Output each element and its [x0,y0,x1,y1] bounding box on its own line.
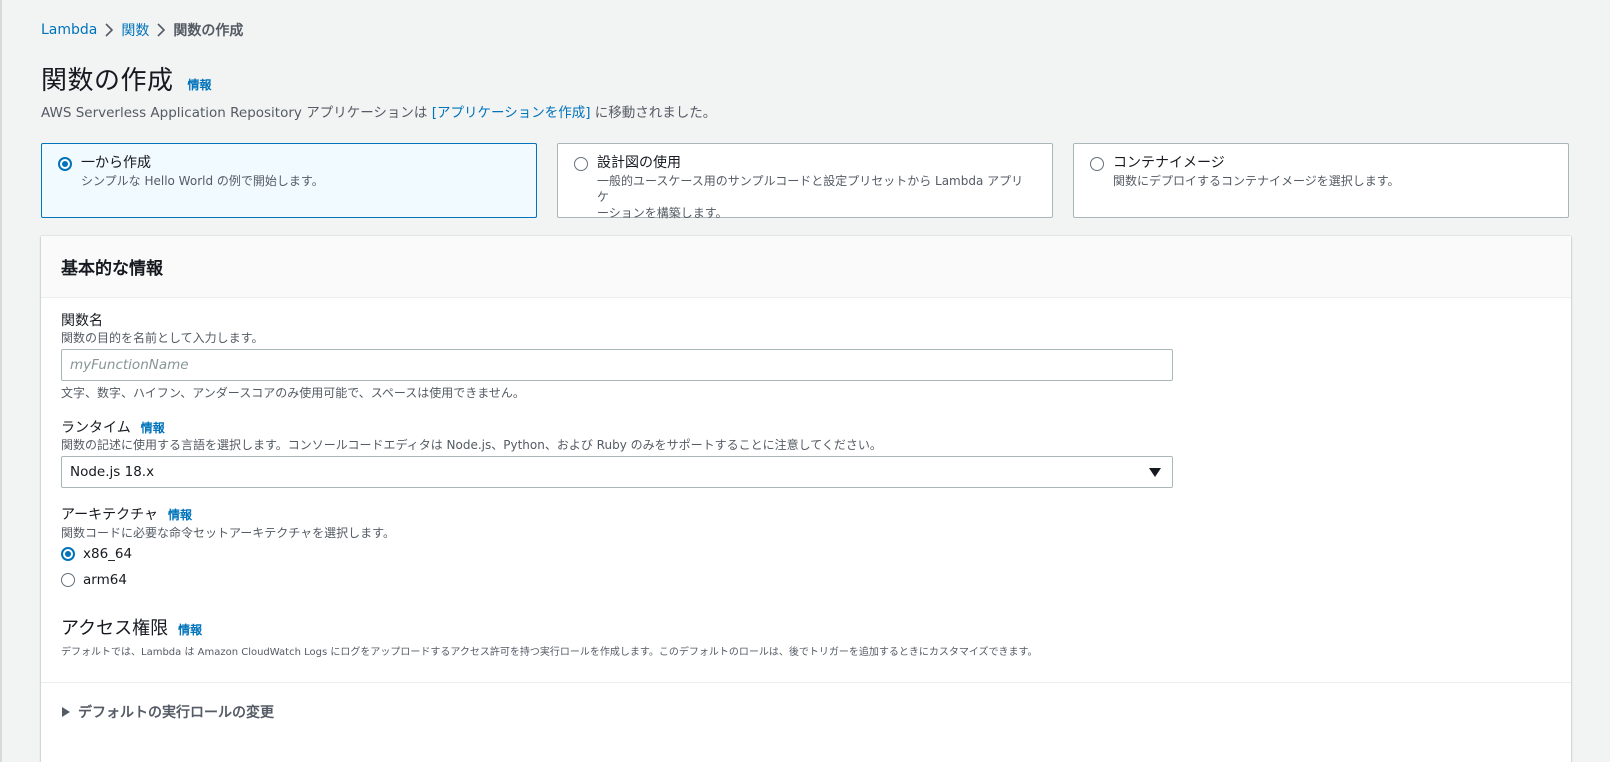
function-name-input[interactable] [61,349,1173,381]
runtime-select-value: Node.js 18.x [70,464,155,480]
architecture-info-link[interactable]: 情報 [168,506,192,523]
option-title: コンテナイメージ [1113,155,1225,171]
change-default-role-expander[interactable]: デフォルトの実行ロールの変更 [62,702,274,722]
architecture-label: アーキテクチャ 情報 [61,504,192,524]
title-info-link[interactable]: 情報 [188,76,212,93]
expander-label: デフォルトの実行ロールの変更 [78,705,274,721]
radio-unchecked-icon[interactable] [61,573,75,587]
runtime-label: ランタイム 情報 [61,417,165,437]
architecture-option-arm64[interactable]: arm64 [61,572,127,588]
runtime-label-text: ランタイム [61,420,131,436]
panel-title: 基本的な情報 [41,236,1571,298]
radio-checked-icon[interactable] [58,157,72,171]
permissions-info-link[interactable]: 情報 [178,621,202,638]
function-name-hint: 文字、数字、ハイフン、アンダースコアのみ使用可能で、スペースは使用できません。 [61,386,525,400]
breadcrumb-current: 関数の作成 [173,23,244,39]
radio-label: arm64 [83,572,127,588]
permissions-title: アクセス権限 情報 [61,614,202,640]
basic-info-panel: 基本的な情報 関数名 関数の目的を名前として入力します。 文字、数字、ハイフン、… [41,236,1571,762]
chevron-right-icon [97,23,121,37]
breadcrumb-lambda[interactable]: Lambda [41,22,97,38]
option-desc-line: 一般的ユースケース用のサンプルコードと設定プリセットから Lambda アプリケ [597,174,1024,204]
option-title: 設計図の使用 [597,155,681,171]
function-name-label-text: 関数名 [61,313,103,329]
architecture-desc: 関数コードに必要な命令セットアーキテクチャを選択します。 [61,526,395,540]
divider [41,682,1571,683]
caret-down-icon [1149,467,1161,477]
title-row: 関数の作成 情報 [41,60,212,97]
breadcrumb-functions[interactable]: 関数 [121,20,149,40]
breadcrumb: Lambda 関数 関数の作成 [41,20,243,40]
permissions-title-text: アクセス権限 [61,618,169,639]
create-application-link[interactable]: [アプリケーションを作成] [432,105,591,121]
option-author-from-scratch[interactable]: 一から作成 シンプルな Hello World の例で開始します。 [41,143,537,218]
option-desc: 関数にデプロイするコンテナイメージを選択します。 [1113,174,1400,188]
window-left-edge [0,0,2,762]
option-desc-line: ーションを構築します。 [597,206,728,220]
function-name-label: 関数名 [61,310,103,330]
option-desc: シンプルな Hello World の例で開始します。 [81,174,324,188]
runtime-select[interactable]: Node.js 18.x [61,456,1173,488]
function-name-desc: 関数の目的を名前として入力します。 [61,331,264,345]
runtime-info-link[interactable]: 情報 [141,419,165,436]
sar-notice-prefix: AWS Serverless Application Repository アプ… [41,105,432,121]
option-use-blueprint[interactable]: 設計図の使用 一般的ユースケース用のサンプルコードと設定プリセットから Lamb… [557,143,1053,221]
chevron-right-icon [149,23,173,37]
radio-checked-icon[interactable] [61,547,75,561]
runtime-desc: 関数の記述に使用する言語を選択します。コンソールコードエディタは Node.js… [61,438,882,452]
option-container-image[interactable]: コンテナイメージ 関数にデプロイするコンテナイメージを選択します。 [1073,143,1569,218]
creation-options: 一から作成 シンプルな Hello World の例で開始します。 設計図の使用… [41,143,1571,221]
architecture-label-text: アーキテクチャ [61,507,159,523]
permissions-desc: デフォルトでは、Lambda は Amazon CloudWatch Logs … [61,647,1038,658]
option-desc: 一般的ユースケース用のサンプルコードと設定プリセットから Lambda アプリケ… [597,173,1034,221]
sar-notice: AWS Serverless Application Repository アプ… [41,101,716,121]
radio-label: x86_64 [83,546,133,562]
radio-unchecked-icon[interactable] [574,157,588,171]
architecture-option-x86[interactable]: x86_64 [61,546,132,562]
radio-unchecked-icon[interactable] [1090,157,1104,171]
page-title: 関数の作成 [41,66,174,96]
option-title: 一から作成 [81,155,151,171]
sar-notice-suffix: に移動されました。 [590,105,717,121]
caret-right-icon [62,707,70,717]
